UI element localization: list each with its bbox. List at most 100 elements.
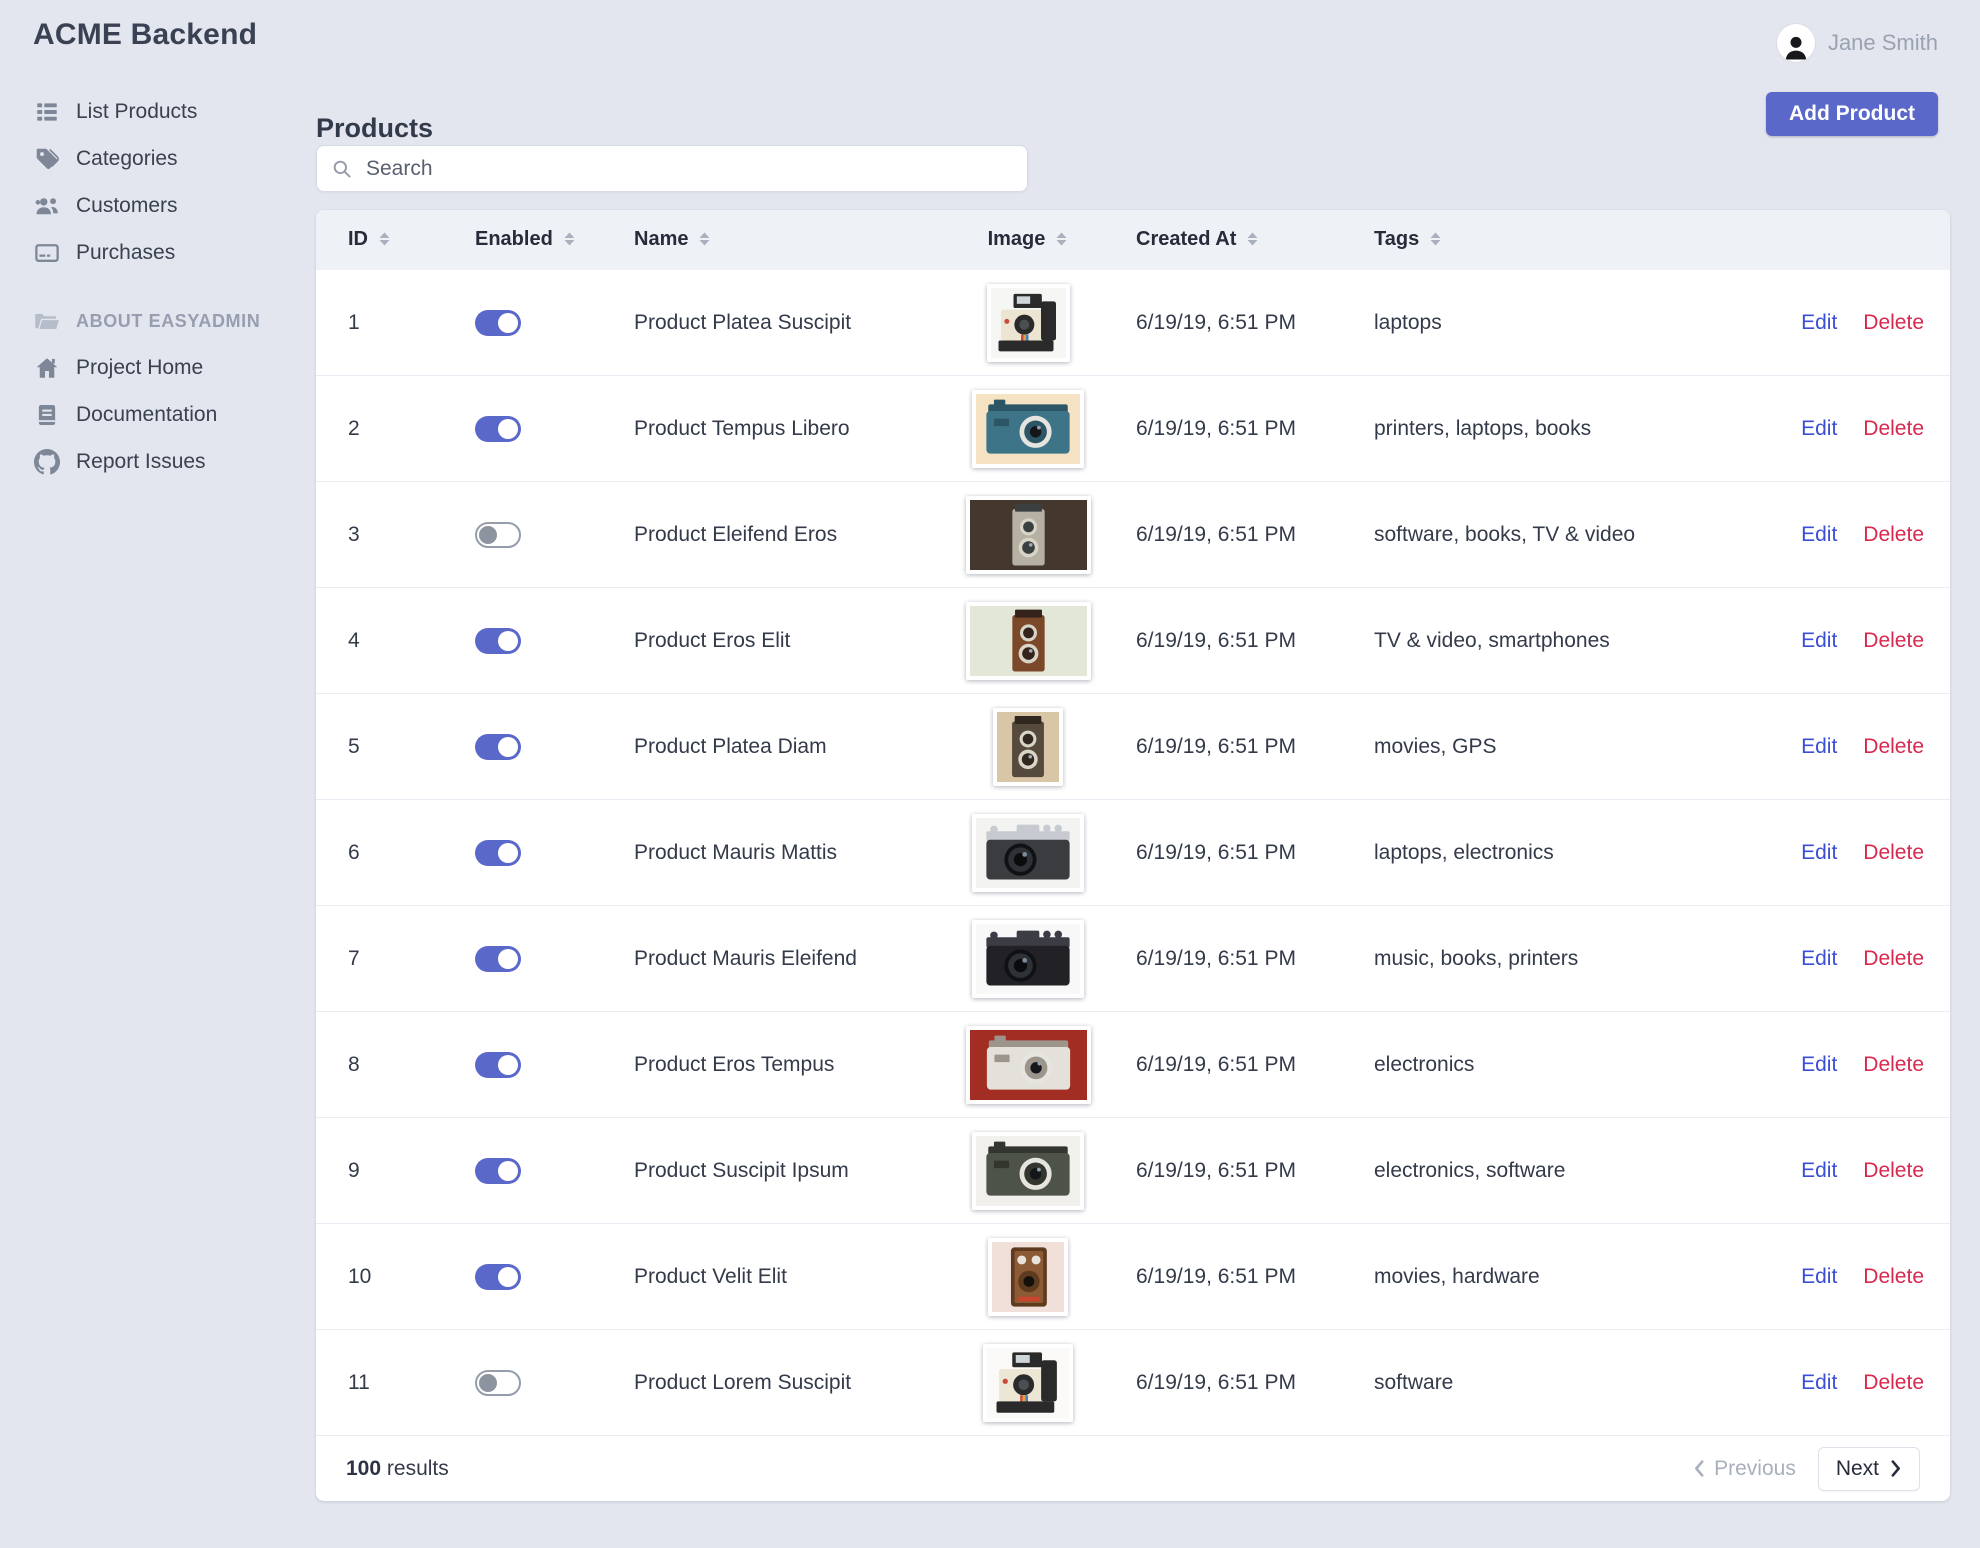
edit-link[interactable]: Edit <box>1801 841 1837 864</box>
cell-created-at: 6/19/19, 6:51 PM <box>1104 799 1342 906</box>
delete-link[interactable]: Delete <box>1863 735 1924 758</box>
cell-id: 10 <box>316 1223 443 1330</box>
chevron-right-icon <box>1891 1460 1900 1477</box>
table-row: 2 Product Tempus Libero 6/19/19, 6:51 PM… <box>316 375 1950 482</box>
credit-card-icon <box>33 239 60 266</box>
edit-link[interactable]: Edit <box>1801 523 1837 546</box>
camera-photo <box>976 923 1080 994</box>
enabled-toggle[interactable] <box>475 1369 521 1396</box>
sidebar-item-documentation[interactable]: Documentation <box>33 391 293 438</box>
enabled-toggle[interactable] <box>475 1157 521 1184</box>
cell-tags: laptops, electronics <box>1342 799 1790 906</box>
results-label: results <box>386 1456 449 1480</box>
sidebar-item-label: Report Issues <box>76 449 206 473</box>
enabled-toggle[interactable] <box>475 945 521 972</box>
cell-id: 4 <box>316 587 443 694</box>
sidebar: List Products Categories Customers Purch… <box>33 88 293 485</box>
column-header-image[interactable]: Image <box>952 210 1104 270</box>
edit-link[interactable]: Edit <box>1801 1159 1837 1182</box>
delete-link[interactable]: Delete <box>1863 523 1924 546</box>
cell-name: Product Lorem Suscipit <box>602 1329 952 1435</box>
column-header-tags[interactable]: Tags <box>1342 210 1790 270</box>
sort-icon <box>378 230 391 253</box>
product-image <box>965 601 1091 680</box>
column-header-id[interactable]: ID <box>316 210 443 270</box>
sort-icon <box>698 230 711 253</box>
sidebar-item-label: Purchases <box>76 240 176 264</box>
edit-link[interactable]: Edit <box>1801 1265 1837 1288</box>
table-row: 8 Product Eros Tempus 6/19/19, 6:51 PM e… <box>316 1011 1950 1118</box>
next-button[interactable]: Next <box>1817 1446 1920 1491</box>
user-menu[interactable]: Jane Smith <box>1776 24 1938 62</box>
enabled-toggle[interactable] <box>475 627 521 654</box>
cell-created-at: 6/19/19, 6:51 PM <box>1104 1011 1342 1118</box>
sort-icon <box>1246 230 1259 253</box>
sidebar-item-customers[interactable]: Customers <box>33 182 293 229</box>
list-icon <box>33 98 60 125</box>
enabled-toggle[interactable] <box>475 1051 521 1078</box>
camera-photo <box>997 711 1059 782</box>
sidebar-section-about-easyadmin: ABOUT EASYADMIN <box>33 298 293 344</box>
camera-photo <box>976 817 1080 888</box>
delete-link[interactable]: Delete <box>1863 417 1924 440</box>
camera-photo <box>969 499 1087 570</box>
edit-link[interactable]: Edit <box>1801 1053 1837 1076</box>
product-image <box>983 1343 1073 1422</box>
product-image <box>993 707 1063 786</box>
product-image <box>972 389 1084 468</box>
edit-link[interactable]: Edit <box>1801 417 1837 440</box>
table-header-row: ID Enabled Name Image Created At Tags <box>316 210 1950 270</box>
enabled-toggle[interactable] <box>475 415 521 442</box>
column-header-created-at[interactable]: Created At <box>1104 210 1342 270</box>
cell-id: 6 <box>316 799 443 906</box>
edit-link[interactable]: Edit <box>1801 1371 1837 1394</box>
cell-created-at: 6/19/19, 6:51 PM <box>1104 375 1342 482</box>
cell-id: 11 <box>316 1329 443 1435</box>
product-image <box>965 495 1091 574</box>
edit-link[interactable]: Edit <box>1801 629 1837 652</box>
sidebar-item-list-products[interactable]: List Products <box>33 88 293 135</box>
sidebar-item-report-issues[interactable]: Report Issues <box>33 438 293 485</box>
delete-link[interactable]: Delete <box>1863 1053 1924 1076</box>
products-card: ID Enabled Name Image Created At Tags 1 … <box>316 210 1950 1501</box>
sort-icon <box>563 230 576 253</box>
delete-link[interactable]: Delete <box>1863 311 1924 334</box>
cell-id: 3 <box>316 481 443 588</box>
enabled-toggle[interactable] <box>475 521 521 548</box>
sidebar-item-project-home[interactable]: Project Home <box>33 344 293 391</box>
column-header-name[interactable]: Name <box>602 210 952 270</box>
github-icon <box>33 448 60 475</box>
cell-created-at: 6/19/19, 6:51 PM <box>1104 1223 1342 1330</box>
cell-created-at: 6/19/19, 6:51 PM <box>1104 905 1342 1012</box>
camera-photo <box>987 1347 1069 1418</box>
delete-link[interactable]: Delete <box>1863 1371 1924 1394</box>
delete-link[interactable]: Delete <box>1863 841 1924 864</box>
delete-link[interactable]: Delete <box>1863 1159 1924 1182</box>
enabled-toggle[interactable] <box>475 309 521 336</box>
delete-link[interactable]: Delete <box>1863 629 1924 652</box>
edit-link[interactable]: Edit <box>1801 735 1837 758</box>
column-header-actions <box>1790 210 1950 270</box>
add-product-button[interactable]: Add Product <box>1766 92 1938 136</box>
delete-link[interactable]: Delete <box>1863 1265 1924 1288</box>
enabled-toggle[interactable] <box>475 839 521 866</box>
sidebar-item-label: Customers <box>76 193 178 217</box>
product-image <box>988 1237 1068 1316</box>
edit-link[interactable]: Edit <box>1801 311 1837 334</box>
column-header-enabled[interactable]: Enabled <box>443 210 602 270</box>
enabled-toggle[interactable] <box>475 1263 521 1290</box>
previous-button[interactable]: Previous <box>1693 1457 1796 1481</box>
edit-link[interactable]: Edit <box>1801 947 1837 970</box>
sort-icon <box>1429 230 1442 253</box>
table-row: 10 Product Velit Elit 6/19/19, 6:51 PM m… <box>316 1223 1950 1330</box>
search-input[interactable] <box>364 155 1013 182</box>
sidebar-item-purchases[interactable]: Purchases <box>33 229 293 276</box>
cell-id: 9 <box>316 1117 443 1224</box>
sidebar-item-categories[interactable]: Categories <box>33 135 293 182</box>
delete-link[interactable]: Delete <box>1863 947 1924 970</box>
app-brand[interactable]: ACME Backend <box>33 18 257 52</box>
enabled-toggle[interactable] <box>475 733 521 760</box>
cell-id: 5 <box>316 693 443 800</box>
cell-id: 2 <box>316 375 443 482</box>
cell-created-at: 6/19/19, 6:51 PM <box>1104 1117 1342 1224</box>
